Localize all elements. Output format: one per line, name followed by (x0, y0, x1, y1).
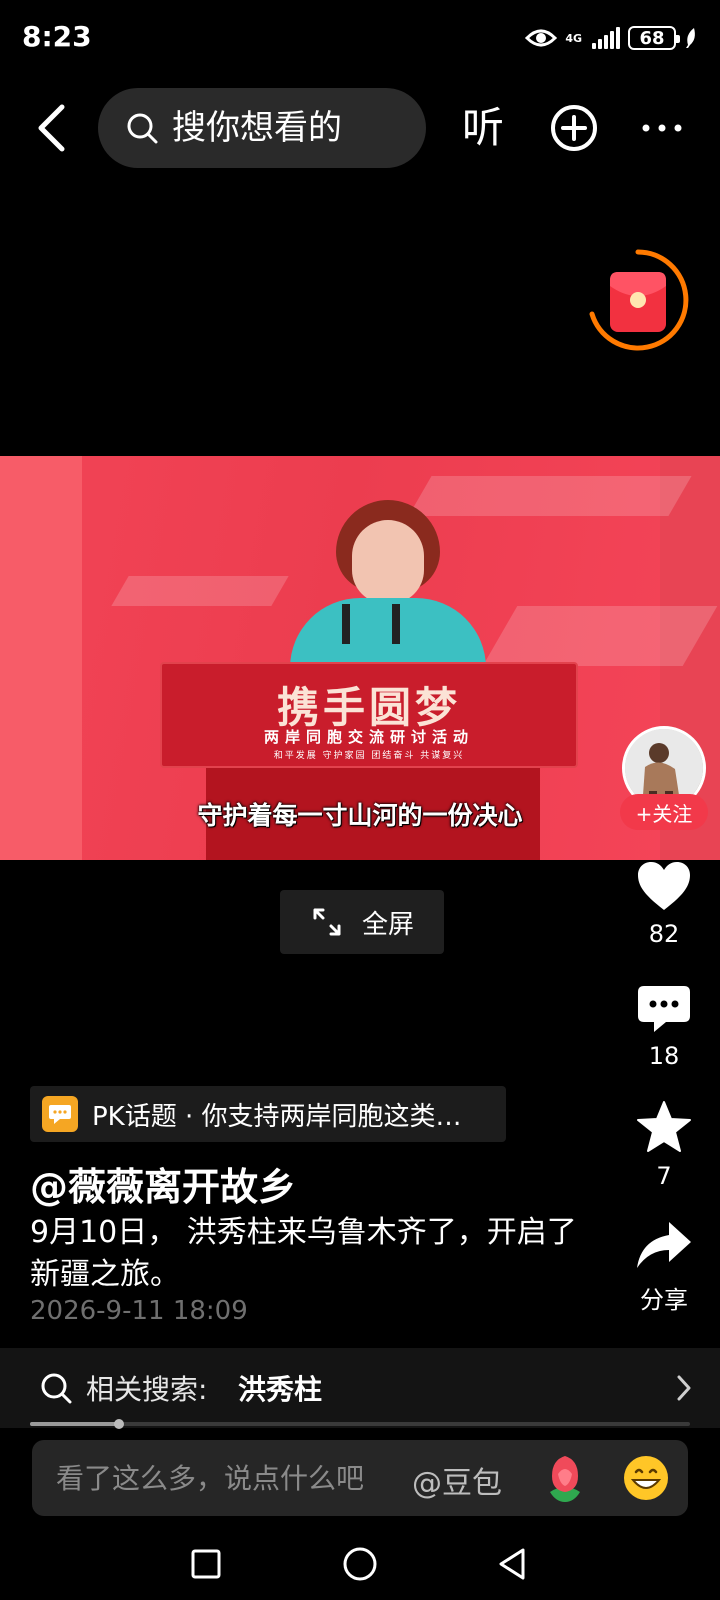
fullscreen-button[interactable]: 全屏 (280, 890, 444, 954)
post-time: 2026-9-11 18:09 (30, 1296, 248, 1326)
video-player[interactable]: 携手圆梦 两岸同胞交流研讨活动 和平发展 守护家园 团结奋斗 共谋复兴 守护着每… (0, 456, 720, 860)
status-icons: 4G 68 (525, 22, 698, 54)
comment-action[interactable]: 18 (622, 984, 706, 1070)
status-time: 8:23 (22, 20, 92, 53)
signal-icon (592, 27, 620, 49)
playback-progress[interactable] (30, 1419, 690, 1429)
listen-button[interactable]: 听 (462, 100, 504, 156)
top-bar: 听 (0, 88, 720, 168)
search-icon (41, 1373, 72, 1404)
plus-circle-icon[interactable] (550, 104, 598, 152)
red-packet-icon[interactable] (586, 248, 690, 352)
circle-icon (343, 1547, 377, 1581)
eye-icon (525, 29, 558, 47)
podium-banner: 携手圆梦 两岸同胞交流研讨活动 和平发展 守护家园 团结奋斗 共谋复兴 (160, 662, 578, 768)
mention-doubao-button[interactable]: @豆包 (412, 1458, 502, 1502)
search-input[interactable] (172, 108, 402, 148)
follow-button[interactable]: +关注 (620, 794, 708, 830)
like-action[interactable]: 82 (622, 860, 706, 948)
home-button[interactable] (332, 1536, 388, 1592)
comment-icon (638, 986, 690, 1032)
related-search-bar[interactable]: 相关搜索: 洪秀柱 (0, 1348, 720, 1428)
battery-level: 68 (639, 27, 665, 49)
more-icon[interactable] (638, 104, 686, 152)
search-box[interactable] (98, 88, 426, 168)
star-icon (637, 1101, 691, 1152)
recent-apps-button[interactable] (178, 1536, 234, 1592)
banner-subtitle: 和平发展 守护家园 团结奋斗 共谋复兴 (273, 751, 465, 761)
back-icon (38, 104, 65, 152)
comment-count: 18 (648, 1042, 680, 1070)
video-caption: 守护着每一寸山河的一份决心 (197, 801, 523, 830)
fullscreen-label: 全屏 (362, 909, 415, 940)
share-action[interactable]: 分享 (622, 1220, 706, 1315)
back-button[interactable] (28, 100, 74, 156)
search-icon (127, 113, 158, 144)
heart-icon (638, 862, 690, 910)
favorite-action[interactable]: 7 (622, 1100, 706, 1190)
share-label: 分享 (640, 1286, 688, 1314)
comment-input[interactable] (56, 1440, 396, 1516)
share-icon (637, 1222, 691, 1268)
topic-icon (42, 1096, 78, 1132)
expand-icon (313, 908, 341, 936)
status-bar: 8:23 4G 68 (0, 0, 720, 78)
leaf-icon (686, 28, 695, 48)
banner-title: 两岸同胞交流研讨活动 (263, 728, 474, 746)
emoji-icon[interactable] (622, 1454, 670, 1502)
favorite-count: 7 (656, 1162, 672, 1190)
chevron-right-icon (677, 1375, 691, 1401)
battery-icon: 68 (628, 26, 680, 50)
stage-ribbon (111, 576, 289, 606)
like-count: 82 (648, 920, 680, 948)
speaker-face (352, 520, 424, 604)
post-description: 9月10日， 洪秀柱来乌鲁木齐了，开启了新疆之旅。 (30, 1215, 577, 1292)
author-name[interactable]: @薇薇离开故乡 (30, 1156, 296, 1211)
network-type: 4G (565, 31, 582, 45)
stage-ribbon (408, 476, 692, 516)
microphone (392, 604, 400, 644)
flower-icon[interactable] (540, 1452, 590, 1504)
microphone (342, 604, 350, 644)
system-nav-bar (0, 1526, 720, 1600)
comment-bar: @豆包 (32, 1440, 688, 1516)
progress-fill (30, 1422, 120, 1426)
topic-chip[interactable]: PK话题 · 你支持两岸同胞这类… (30, 1086, 506, 1142)
triangle-back-icon (499, 1548, 525, 1580)
related-search-label: 相关搜索: (86, 1373, 208, 1406)
related-search-term: 洪秀柱 (238, 1373, 323, 1406)
topic-text: PK话题 · 你支持两岸同胞这类… (92, 1101, 462, 1132)
square-icon (191, 1549, 221, 1579)
back-nav-button[interactable] (484, 1536, 540, 1592)
stage-ribbon (482, 606, 718, 666)
